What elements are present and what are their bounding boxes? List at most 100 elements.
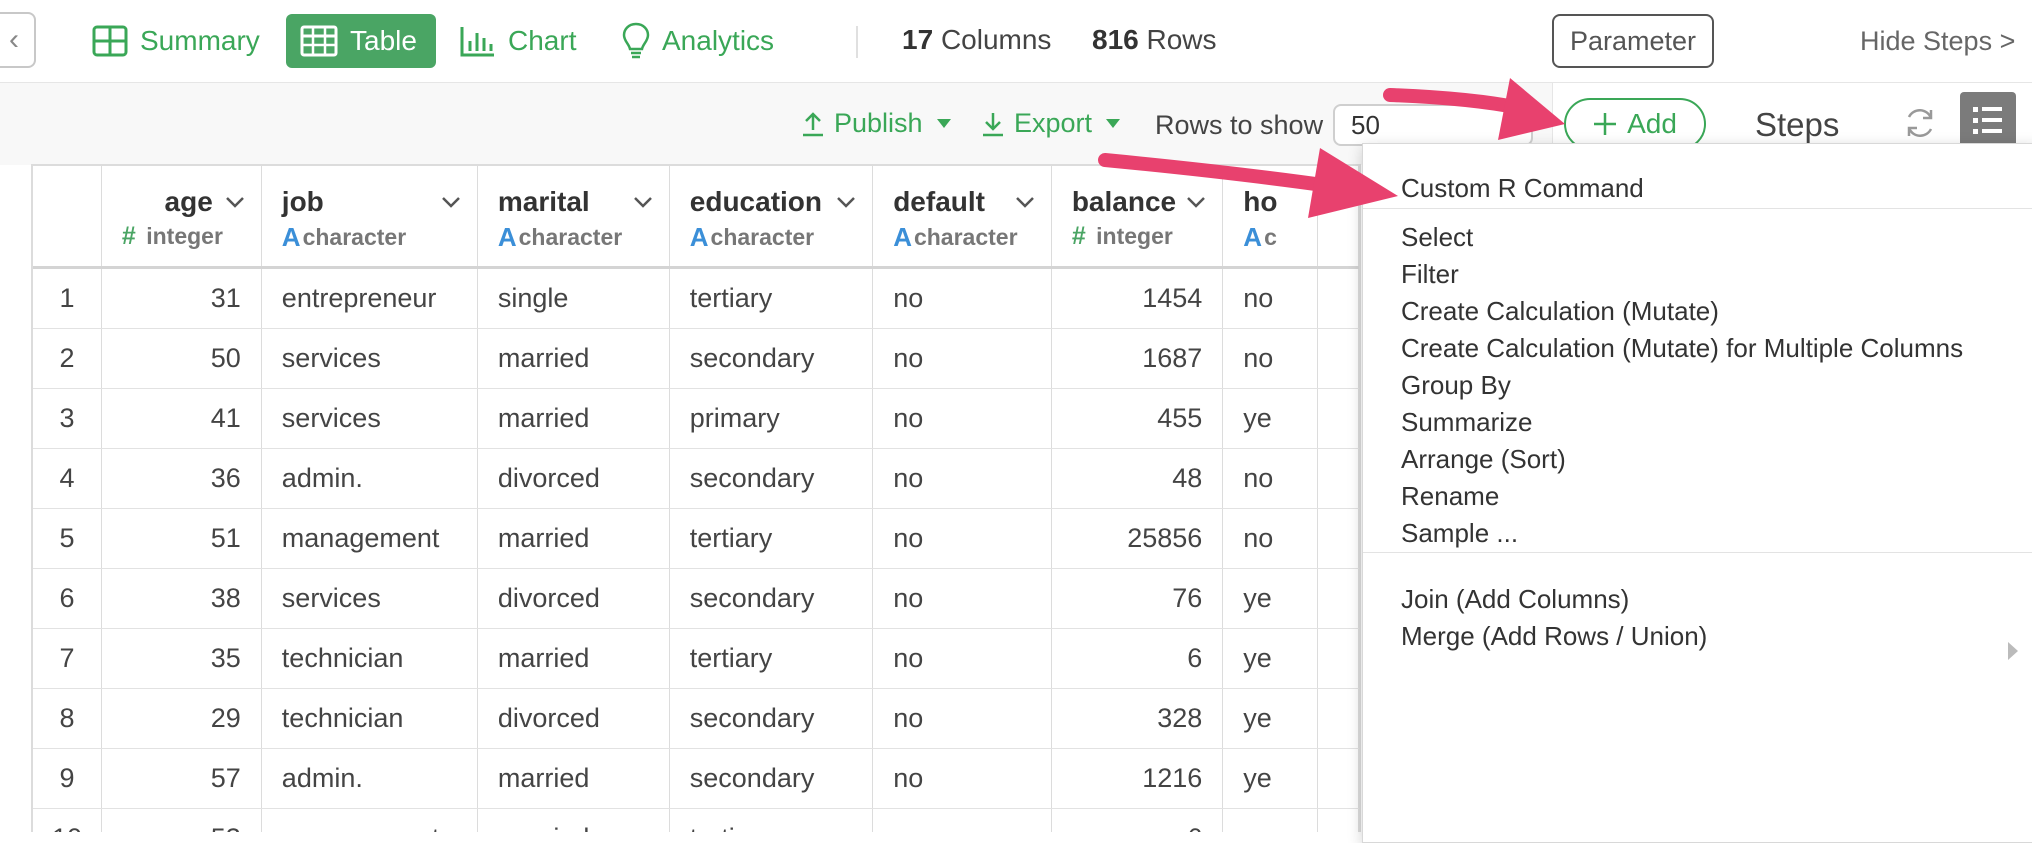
menu-item-filter[interactable]: Filter xyxy=(1401,259,1459,290)
table-cell-default[interactable]: no xyxy=(872,328,1052,389)
table-cell-job[interactable]: management xyxy=(261,808,478,832)
table-cell-education[interactable]: secondary xyxy=(669,748,874,809)
refresh-icon[interactable] xyxy=(1903,106,1937,140)
table-cell-marital[interactable]: married xyxy=(477,808,670,832)
menu-item-merge-add-rows-union[interactable]: Merge (Add Rows / Union) xyxy=(1401,621,1707,652)
table-cell-job[interactable]: entrepreneur xyxy=(261,267,478,329)
table-cell-education[interactable]: primary xyxy=(669,388,874,449)
table-cell-balance[interactable]: 455 xyxy=(1051,388,1224,449)
table-cell-default[interactable]: no xyxy=(872,388,1052,449)
menu-item-join-add-columns[interactable]: Join (Add Columns) xyxy=(1401,584,1629,615)
menu-item-rename[interactable]: Rename xyxy=(1401,481,1499,512)
table-cell-marital[interactable]: divorced xyxy=(477,688,670,749)
chevron-down-icon[interactable] xyxy=(223,190,247,214)
table-cell-ho[interactable]: ye xyxy=(1222,688,1318,749)
table-cell-ho[interactable]: ye xyxy=(1222,568,1318,629)
table-cell-default[interactable]: no xyxy=(872,448,1052,509)
table-cell-balance[interactable]: 1454 xyxy=(1051,267,1224,329)
table-cell-default[interactable]: no xyxy=(872,628,1052,689)
table-cell-ho[interactable]: no xyxy=(1222,808,1318,832)
column-header-marital[interactable]: marital Acharacter xyxy=(477,166,670,269)
table-cell-job[interactable]: technician xyxy=(261,688,478,749)
table-cell-job[interactable]: services xyxy=(261,388,478,449)
table-cell-age[interactable]: 51 xyxy=(101,508,262,569)
table-cell-age[interactable]: 53 xyxy=(101,808,262,832)
table-cell-ho[interactable]: no xyxy=(1222,267,1318,329)
list-view-button[interactable] xyxy=(1960,92,2016,148)
chevron-down-icon[interactable] xyxy=(834,190,858,214)
table-cell-default[interactable]: no xyxy=(872,748,1052,809)
menu-item-create-calculation-mutate[interactable]: Create Calculation (Mutate) xyxy=(1401,296,1719,327)
tab-table[interactable]: Table xyxy=(286,14,436,68)
table-cell-default[interactable]: no xyxy=(872,568,1052,629)
table-cell-balance[interactable]: 25856 xyxy=(1051,508,1224,569)
table-cell-balance[interactable]: 6 xyxy=(1051,628,1224,689)
table-cell-education[interactable]: secondary xyxy=(669,568,874,629)
table-cell-age[interactable]: 31 xyxy=(101,267,262,329)
table-cell-age[interactable]: 35 xyxy=(101,628,262,689)
table-cell-job[interactable]: services xyxy=(261,328,478,389)
table-cell-ho[interactable]: ye xyxy=(1222,628,1318,689)
table-cell-age[interactable]: 41 xyxy=(101,388,262,449)
table-cell-default[interactable]: no xyxy=(872,688,1052,749)
table-cell-education[interactable]: tertiary xyxy=(669,267,874,329)
table-cell-age[interactable]: 36 xyxy=(101,448,262,509)
table-cell-job[interactable]: admin. xyxy=(261,748,478,809)
menu-item-group-by[interactable]: Group By xyxy=(1401,370,1511,401)
table-cell-education[interactable]: secondary xyxy=(669,448,874,509)
table-cell-education[interactable]: tertiary xyxy=(669,508,874,569)
table-cell-marital[interactable]: divorced xyxy=(477,448,670,509)
table-cell-marital[interactable]: married xyxy=(477,748,670,809)
table-cell-balance[interactable]: 48 xyxy=(1051,448,1224,509)
chevron-down-icon[interactable] xyxy=(439,190,463,214)
column-header-default[interactable]: default Acharacter xyxy=(872,166,1052,269)
table-cell-ho[interactable]: ye xyxy=(1222,388,1318,449)
rows-to-show-input[interactable] xyxy=(1333,104,1533,146)
table-cell-default[interactable]: no xyxy=(872,808,1052,832)
table-cell-marital[interactable]: married xyxy=(477,628,670,689)
table-cell-balance[interactable]: 6 xyxy=(1051,808,1224,832)
chevron-down-icon[interactable] xyxy=(1184,190,1208,214)
column-header-balance[interactable]: balance # integer xyxy=(1051,166,1224,269)
tab-chart[interactable]: Chart xyxy=(446,14,590,68)
column-header-age[interactable]: age # integer xyxy=(101,166,262,269)
table-cell-age[interactable]: 50 xyxy=(101,328,262,389)
table-cell-ho[interactable]: no xyxy=(1222,448,1318,509)
table-cell-balance[interactable]: 1687 xyxy=(1051,328,1224,389)
menu-item-summarize[interactable]: Summarize xyxy=(1401,407,1532,438)
table-cell-age[interactable]: 38 xyxy=(101,568,262,629)
table-cell-job[interactable]: management xyxy=(261,508,478,569)
table-cell-age[interactable]: 29 xyxy=(101,688,262,749)
menu-item-custom-r-command[interactable]: Custom R Command xyxy=(1401,173,1644,204)
column-header-education[interactable]: education Acharacter xyxy=(669,166,874,269)
table-cell-marital[interactable]: married xyxy=(477,328,670,389)
chevron-down-icon[interactable] xyxy=(631,190,655,214)
table-cell-age[interactable]: 57 xyxy=(101,748,262,809)
tab-summary[interactable]: Summary xyxy=(78,14,274,68)
table-cell-marital[interactable]: married xyxy=(477,508,670,569)
table-cell-default[interactable]: no xyxy=(872,267,1052,329)
table-cell-education[interactable]: tertiary xyxy=(669,808,874,832)
back-button[interactable]: ‹ xyxy=(0,12,36,68)
table-cell-education[interactable]: secondary xyxy=(669,688,874,749)
table-cell-ho[interactable]: ye xyxy=(1222,748,1318,809)
table-cell-balance[interactable]: 1216 xyxy=(1051,748,1224,809)
table-cell-job[interactable]: technician xyxy=(261,628,478,689)
table-cell-marital[interactable]: single xyxy=(477,267,670,329)
hide-steps-link[interactable]: Hide Steps > xyxy=(1860,26,2015,57)
column-header-ho[interactable]: ho Ac xyxy=(1222,166,1318,269)
table-cell-balance[interactable]: 328 xyxy=(1051,688,1224,749)
table-cell-default[interactable]: no xyxy=(872,508,1052,569)
table-cell-education[interactable]: secondary xyxy=(669,328,874,389)
tab-analytics[interactable]: Analytics xyxy=(608,14,788,68)
table-cell-job[interactable]: services xyxy=(261,568,478,629)
menu-item-arrange-sort[interactable]: Arrange (Sort) xyxy=(1401,444,1566,475)
table-cell-education[interactable]: tertiary xyxy=(669,628,874,689)
table-cell-marital[interactable]: divorced xyxy=(477,568,670,629)
export-button[interactable]: Export xyxy=(980,108,1121,139)
menu-item-sample[interactable]: Sample ... xyxy=(1401,518,1518,549)
parameter-button[interactable]: Parameter xyxy=(1552,14,1714,68)
table-cell-job[interactable]: admin. xyxy=(261,448,478,509)
publish-button[interactable]: Publish xyxy=(800,108,951,139)
table-cell-ho[interactable]: no xyxy=(1222,328,1318,389)
